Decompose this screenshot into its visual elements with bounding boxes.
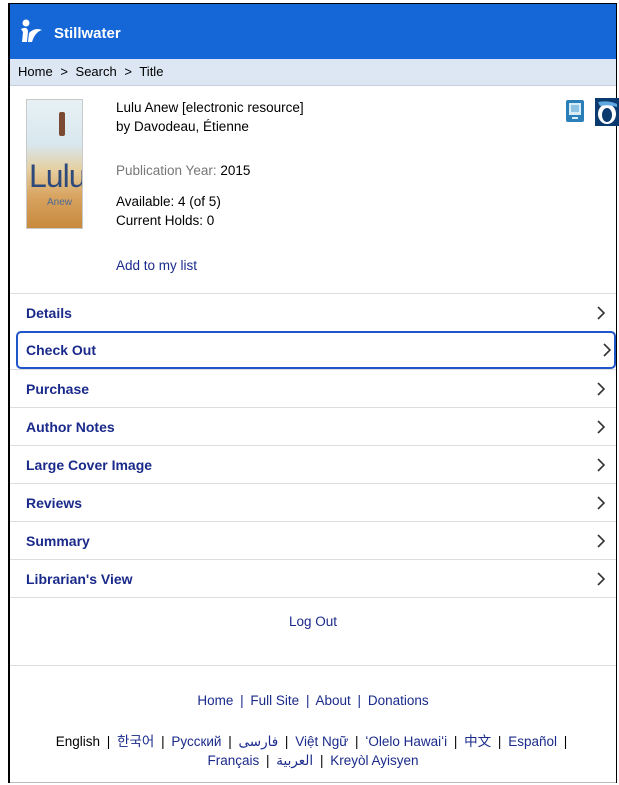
language-link-spanish[interactable]: Español [508,734,557,749]
language-selector: English | 한국어 | Русский | فارسی | Việt N… [10,732,616,770]
current-holds: Current Holds: 0 [116,213,215,228]
language-link-hawaiian[interactable]: ʻOlelo Hawaiʻi [365,734,447,749]
app-frame: Stillwater Home > Search > Title Lulu An… [8,3,619,783]
ebook-icon [566,100,584,122]
language-separator: | [265,753,270,768]
language-link-chinese[interactable]: 中文 [464,734,491,749]
cover-figure [59,112,65,136]
menu-item-label: Author Notes [26,419,115,435]
language-link-arabic[interactable]: العربية [276,753,313,768]
footer-link-full-site[interactable]: Full Site [250,693,299,708]
menu-item-details[interactable]: Details [10,293,616,331]
menu-divider [10,597,616,598]
library-logo-icon[interactable] [18,18,44,44]
language-separator: | [161,734,165,749]
chevron-right-icon [597,534,606,548]
menu-item-large-cover-image[interactable]: Large Cover Image [10,445,616,483]
language-row: Français | العربية | Kreyòl Ayisyen [10,751,616,770]
footer-separator: | [240,693,244,708]
footer-links: Home | Full Site | About | Donations [10,693,616,708]
menu-item-label: Details [26,305,72,321]
availability: Available: 4 (of 5) [116,194,221,209]
app-header: Stillwater [10,4,616,59]
menu-item-label: Librarian's View [26,571,133,587]
record-title: Lulu Anew [electronic resource] [116,100,304,115]
language-link-haitian-creole[interactable]: Kreyòl Ayisyen [330,753,418,768]
language-link-farsi[interactable]: فارسی [239,734,279,749]
language-link-vietnamese[interactable]: Việt Ngữ [295,734,348,749]
chevron-right-icon [603,343,612,357]
chevron-right-icon [597,496,606,510]
breadcrumb-separator: > [60,64,68,79]
chevron-right-icon [597,382,606,396]
bottom-divider [10,782,616,783]
breadcrumb-current: Title [139,64,164,79]
chevron-right-icon [597,572,606,586]
language-separator: | [106,734,111,749]
publication-year: Publication Year: 2015 [116,163,250,178]
menu-item-purchase[interactable]: Purchase [10,369,616,407]
language-separator: | [563,734,568,749]
chevron-right-icon [597,420,606,434]
menu-item-librarians-view[interactable]: Librarian's View [10,559,616,597]
menu-item-check-out[interactable]: Check Out [16,331,616,369]
menu-item-label: Reviews [26,495,83,511]
menu-item-reviews[interactable]: Reviews [10,483,616,521]
footer-link-about[interactable]: About [316,693,351,708]
cover-subtitle: Anew [47,197,73,208]
title-record: Lulu Anew Lulu Anew [electronic resource… [10,86,619,293]
menu-item-label: Check Out [26,342,97,358]
language-separator: | [453,734,458,749]
logout-label[interactable]: Log Out [289,614,337,629]
footer-link-home[interactable]: Home [197,693,233,708]
language-separator: | [497,734,502,749]
menu-item-label: Large Cover Image [26,457,153,473]
language-separator: | [284,734,289,749]
cover-title: Lulu [29,158,83,194]
title-menu: Details Check Out Purchase Author Notes … [10,293,616,598]
language-row: English | 한국어 | Русский | فارسی | Việt N… [10,732,616,751]
language-current: English [55,734,100,749]
breadcrumb: Home > Search > Title [10,59,616,86]
menu-item-label: Summary [26,533,90,549]
publication-year-label: Publication Year: [116,163,217,178]
add-to-list-link[interactable]: Add to my list [116,258,197,273]
language-separator: | [355,734,359,749]
record-author: by Davodeau, Étienne [116,119,249,134]
footer-link-donations[interactable]: Donations [368,693,429,708]
chevron-right-icon [597,458,606,472]
footer-divider [10,665,616,666]
breadcrumb-search[interactable]: Search [76,64,117,79]
menu-item-summary[interactable]: Summary [10,521,616,559]
logout-link[interactable]: Log Out [10,614,616,629]
book-cover-image[interactable]: Lulu Anew [26,99,83,229]
overdrive-icon [595,98,619,126]
menu-item-author-notes[interactable]: Author Notes [10,407,616,445]
language-link-french[interactable]: Français [207,753,259,768]
chevron-right-icon [597,306,606,320]
language-separator: | [228,734,232,749]
menu-item-label: Purchase [26,381,90,397]
footer-separator: | [305,693,310,708]
publication-year-value: 2015 [220,163,251,178]
brand-title[interactable]: Stillwater [54,25,121,42]
breadcrumb-separator: > [124,64,132,79]
language-link-russian[interactable]: Русский [171,734,221,749]
language-separator: | [319,753,324,768]
language-link-korean[interactable]: 한국어 [117,734,154,749]
footer-separator: | [357,693,362,708]
breadcrumb-home[interactable]: Home [18,64,53,79]
